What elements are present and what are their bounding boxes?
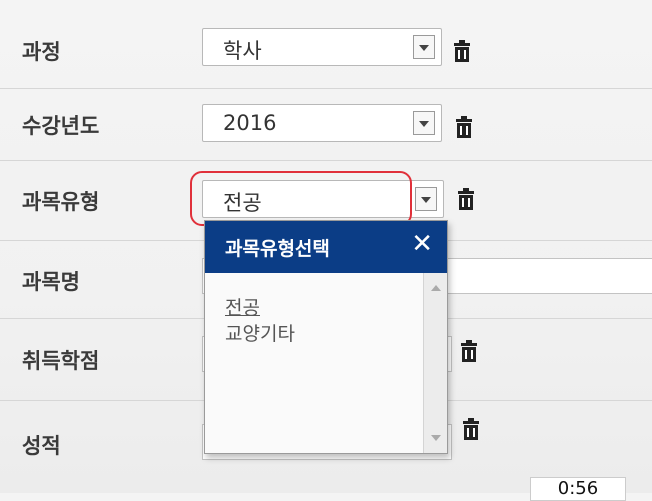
popup-scrollbar[interactable] <box>423 273 447 453</box>
label-subject-type: 과목유형 <box>22 190 100 214</box>
scroll-up-arrow-icon[interactable] <box>431 285 441 291</box>
chevron-down-icon[interactable] <box>415 187 437 211</box>
course-select-value: 학사 <box>223 39 262 63</box>
popup-option-major[interactable]: 전공 <box>225 295 295 321</box>
row-divider <box>0 160 652 161</box>
trash-icon[interactable] <box>459 340 479 364</box>
trash-icon[interactable] <box>454 116 474 140</box>
popup-option-list: 전공 교양기타 <box>225 295 295 347</box>
year-select-value: 2016 <box>223 111 277 135</box>
scroll-down-arrow-icon[interactable] <box>431 435 441 441</box>
label-grade: 성적 <box>22 434 61 458</box>
label-subject-name: 과목명 <box>22 270 80 294</box>
label-credits: 취득학점 <box>22 349 100 373</box>
popup-title: 과목유형선택 <box>225 238 330 260</box>
annotation-circle <box>190 171 412 226</box>
chevron-down-icon[interactable] <box>413 111 435 135</box>
trash-icon[interactable] <box>461 418 481 442</box>
course-select[interactable]: 학사 <box>202 28 442 66</box>
close-icon[interactable]: ✕ <box>411 229 433 259</box>
year-select[interactable]: 2016 <box>202 104 442 142</box>
label-year: 수강년도 <box>22 114 100 138</box>
label-course: 과정 <box>22 40 61 64</box>
chevron-down-icon[interactable] <box>413 35 435 59</box>
subject-type-popup: 과목유형선택 ✕ 전공 교양기타 <box>204 220 448 454</box>
popup-option-liberal-arts-other[interactable]: 교양기타 <box>225 321 295 347</box>
row-divider <box>0 88 652 89</box>
video-timestamp: 0:56 <box>530 477 626 501</box>
popup-header: 과목유형선택 ✕ <box>205 221 447 273</box>
trash-icon[interactable] <box>452 40 472 64</box>
trash-icon[interactable] <box>456 188 476 212</box>
